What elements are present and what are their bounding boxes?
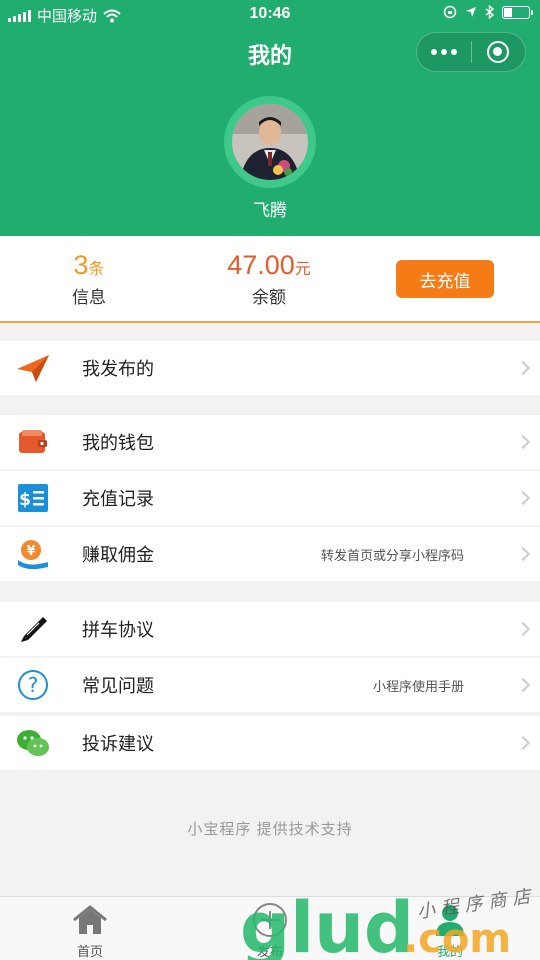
- messages-label: 信息: [72, 288, 106, 307]
- tab-label: 我的: [436, 944, 463, 959]
- target-icon: [487, 41, 510, 63]
- menu-item-feedback[interactable]: 投诉建议: [0, 716, 540, 770]
- menu-item-commission[interactable]: ¥ 赚取佣金 转发首页或分享小程序码: [0, 527, 540, 581]
- messages-unit: 条: [88, 261, 105, 278]
- pencil-icon: [16, 612, 50, 646]
- paper-plane-icon: [16, 351, 50, 385]
- messages-count: 3: [73, 250, 89, 280]
- chevron-right-icon: [515, 490, 531, 506]
- chevron-right-icon: [515, 735, 531, 751]
- chevron-right-icon: [515, 677, 531, 693]
- menu-item-carpool-agreement[interactable]: 拼车协议: [0, 602, 540, 656]
- chevron-right-icon: [515, 434, 531, 450]
- menu-item-label: 我的钱包: [82, 433, 154, 453]
- tech-support-note: 小宝程序 提供技术支持: [187, 821, 353, 838]
- menu-item-label: 我发布的: [82, 359, 154, 379]
- chevron-right-icon: [515, 360, 531, 376]
- miniprogram-capsule[interactable]: [416, 32, 526, 72]
- rotation-lock-icon: [443, 5, 457, 19]
- balance-amount: 47.00: [227, 250, 295, 280]
- person-icon: [405, 901, 495, 939]
- tab-home[interactable]: 首页: [45, 901, 135, 960]
- menu-item-faq[interactable]: ? 常见问题 小程序使用手册: [0, 658, 540, 712]
- tab-mine[interactable]: 我的: [405, 901, 495, 960]
- more-icon: [430, 49, 457, 55]
- bluetooth-icon: [485, 5, 494, 19]
- tab-label: 首页: [76, 944, 103, 959]
- stats-panel: 3条 信息 47.00元 余额 去充值: [0, 236, 540, 323]
- commission-icon: ¥: [16, 537, 50, 571]
- balance-label: 余额: [252, 288, 286, 307]
- menu-item-label: 赚取佣金: [82, 545, 154, 565]
- chevron-right-icon: [515, 621, 531, 637]
- plus-circle-icon: [225, 901, 315, 939]
- menu-item-label: 投诉建议: [82, 734, 154, 754]
- more-button[interactable]: [417, 33, 471, 71]
- avatar[interactable]: [224, 96, 316, 188]
- username: 飞腾: [253, 201, 287, 220]
- close-button[interactable]: [472, 33, 526, 71]
- menu-item-label: 拼车协议: [82, 620, 154, 640]
- tab-publish[interactable]: 发布: [225, 901, 315, 960]
- recharge-button[interactable]: 去充值: [396, 260, 494, 298]
- messages-stat[interactable]: 3条 信息: [64, 250, 114, 308]
- menu-item-hint: 转发首页或分享小程序码: [320, 547, 464, 563]
- menu-item-label: 充值记录: [82, 489, 154, 509]
- chevron-right-icon: [515, 546, 531, 562]
- svg-text:¥: ¥: [26, 544, 35, 559]
- menu-item-recharge-records[interactable]: $ 充值记录: [0, 471, 540, 525]
- question-icon: ?: [16, 668, 50, 702]
- balance-unit: 元: [294, 261, 311, 278]
- avatar-image: [232, 104, 308, 180]
- menu-item-label: 常见问题: [82, 676, 154, 696]
- balance-stat[interactable]: 47.00元 余额: [214, 250, 324, 308]
- status-bar: 中国移动 10:46: [0, 0, 540, 30]
- svg-text:$: $: [19, 490, 31, 510]
- battery-icon: [502, 5, 533, 19]
- menu-item-hint: 小程序使用手册: [372, 678, 464, 694]
- receipt-icon: $: [16, 481, 50, 515]
- home-icon: [45, 901, 135, 939]
- wallet-icon: [16, 425, 50, 459]
- menu-item-wallet[interactable]: 我的钱包: [0, 415, 540, 469]
- tab-bar: 首页 发布 我的: [0, 896, 540, 960]
- wechat-icon: [16, 726, 50, 760]
- profile-header: 中国移动 10:46 我的 飞腾: [0, 0, 540, 236]
- tab-label: 发布: [256, 944, 283, 959]
- svg-text:?: ?: [28, 673, 39, 697]
- menu-item-my-posts[interactable]: 我发布的: [0, 341, 540, 395]
- location-icon: [466, 7, 476, 17]
